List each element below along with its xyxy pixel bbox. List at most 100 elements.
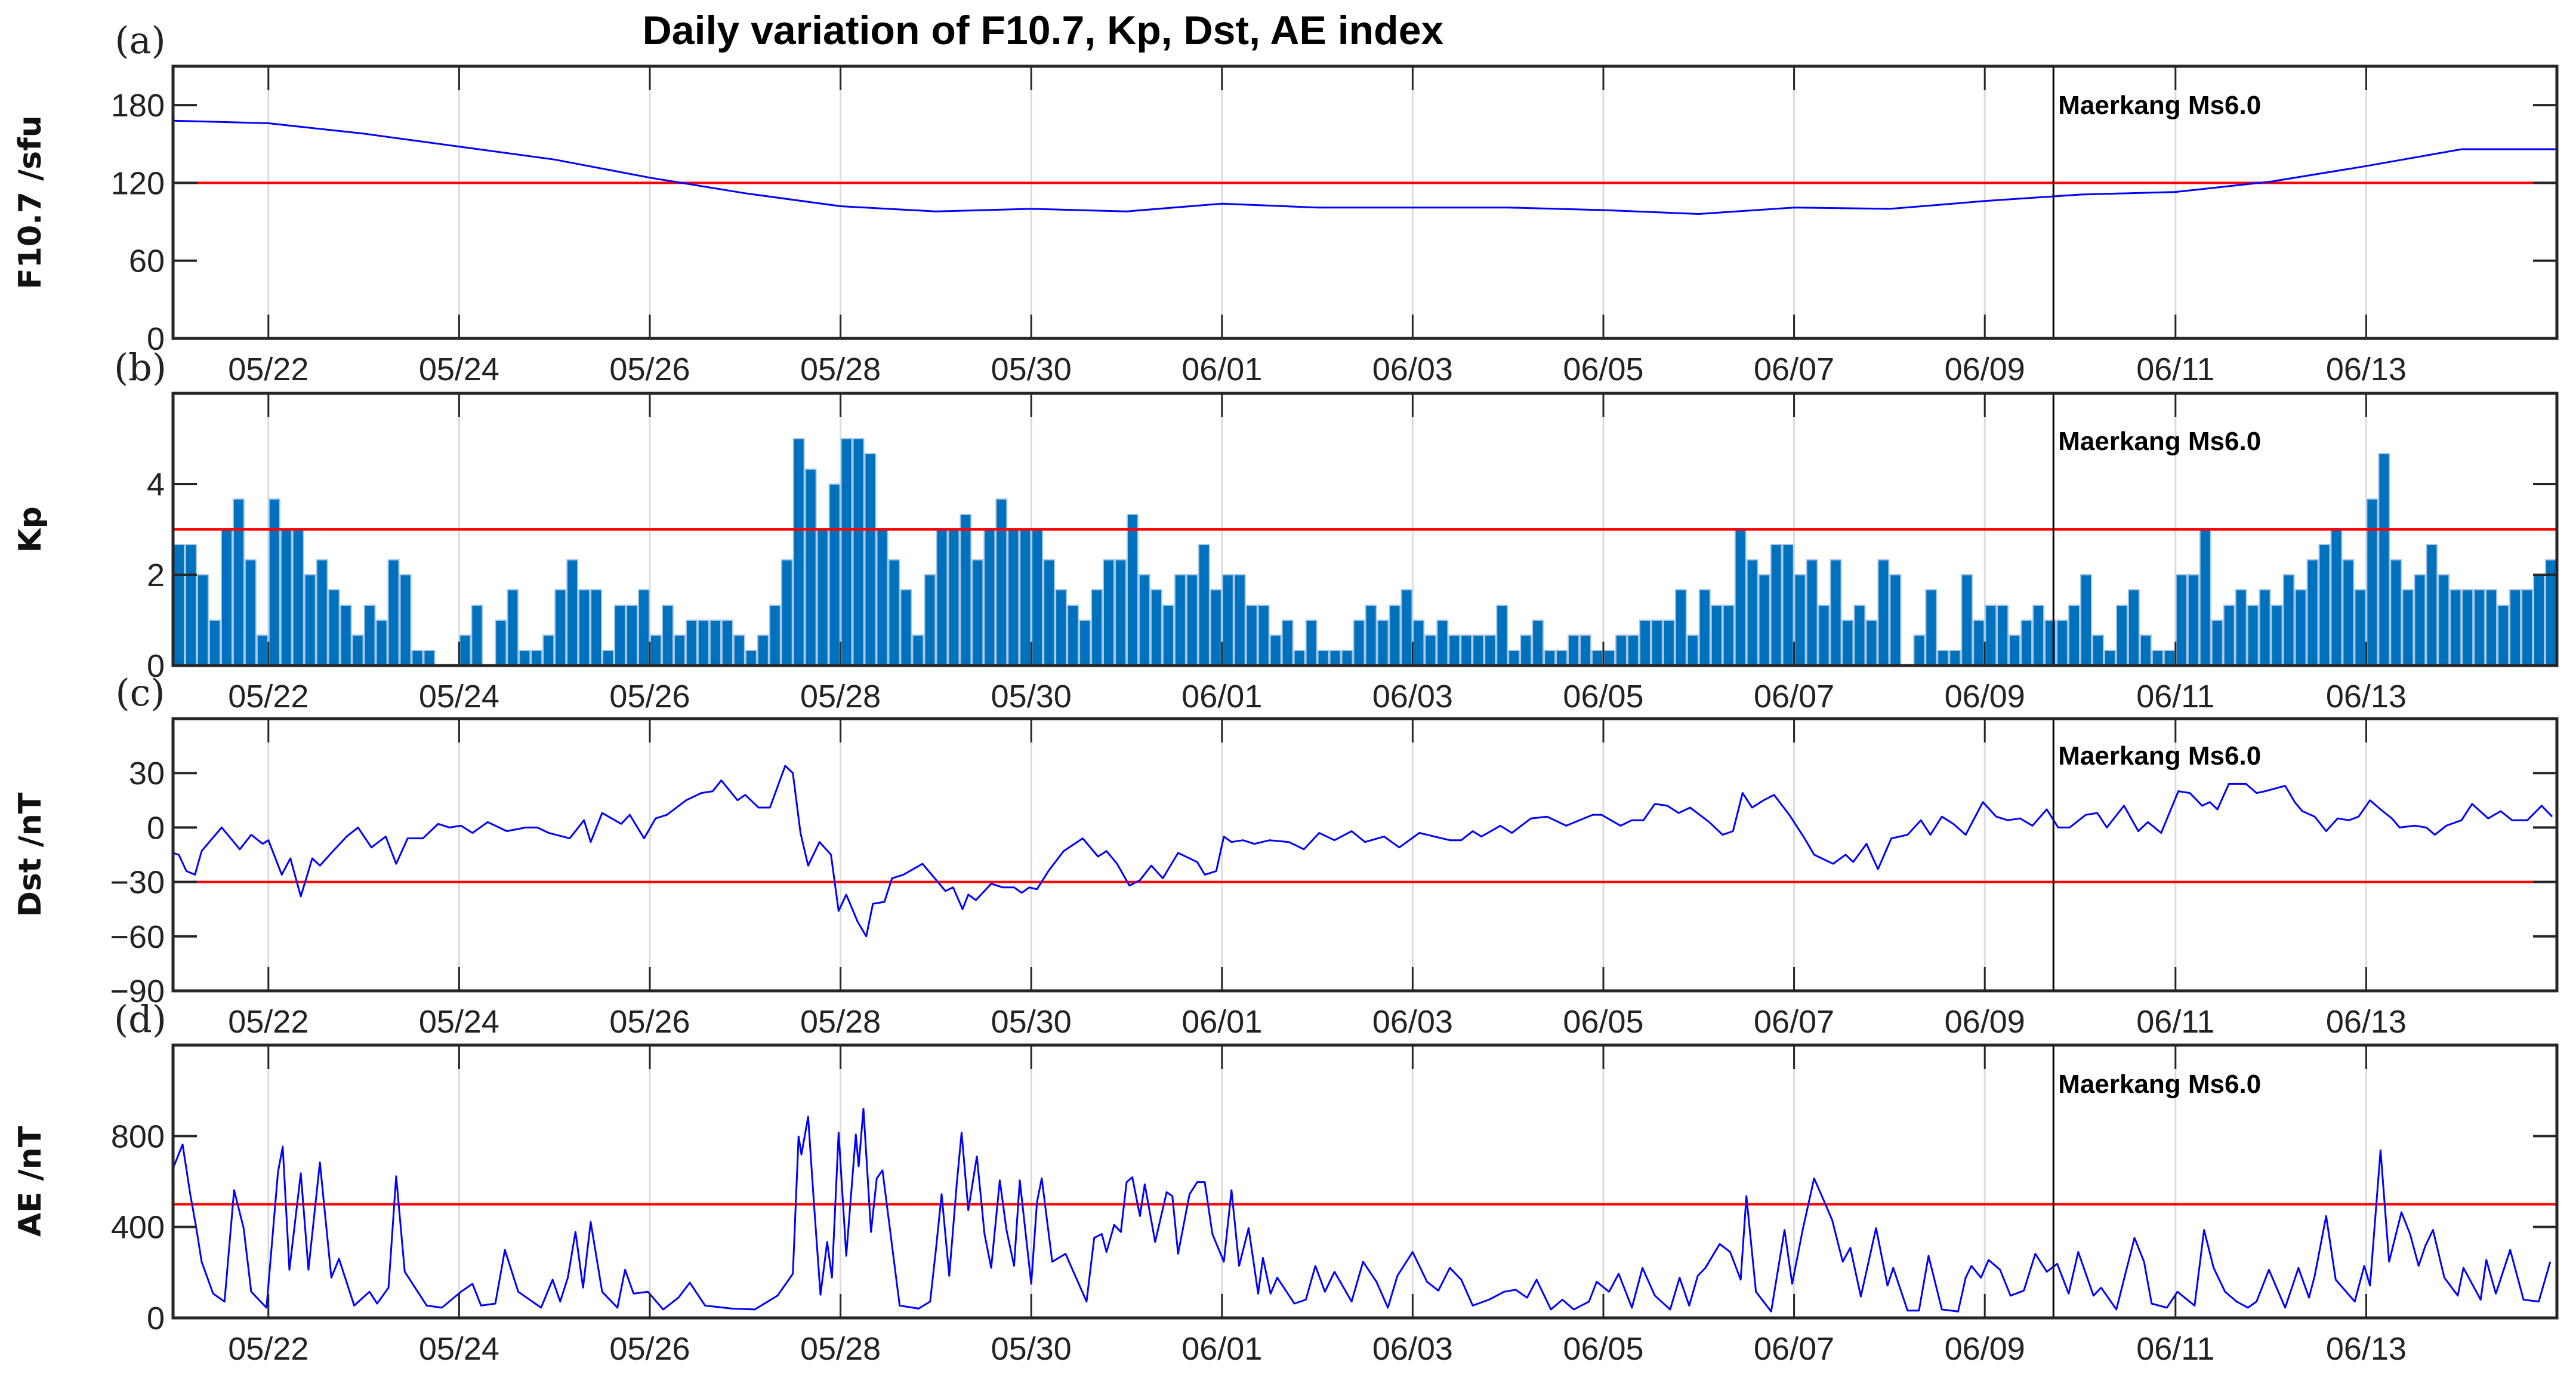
kp-bar xyxy=(1353,620,1365,666)
kp-bar xyxy=(1841,620,1854,666)
x-tick-label: 06/11 xyxy=(2136,679,2214,714)
kp-bar xyxy=(1389,604,1401,666)
x-tick-label: 06/09 xyxy=(1945,679,2025,714)
y-tick-label: 4 xyxy=(147,467,165,503)
kp-bar xyxy=(1198,544,1210,667)
kp-bar xyxy=(304,574,316,666)
kp-bar xyxy=(1889,574,1902,666)
earthquake-label: Maerkang Ms6.0 xyxy=(2058,1070,2261,1099)
kp-bar xyxy=(900,589,912,667)
kp-bar xyxy=(2366,498,2378,667)
kp-bar xyxy=(2318,544,2331,667)
x-tick-label: 06/01 xyxy=(1181,679,1262,714)
kp-bar xyxy=(1985,604,1997,666)
kp-bar xyxy=(2175,574,2188,666)
x-tick-label: 05/30 xyxy=(991,679,1072,714)
kp-bar xyxy=(864,453,877,667)
kp-bar xyxy=(1269,634,1282,666)
panel-label: (d) xyxy=(114,997,166,1041)
kp-bar xyxy=(2259,589,2271,667)
kp-bar xyxy=(1830,559,1842,666)
kp-bar xyxy=(2068,604,2080,666)
x-tick-label: 06/05 xyxy=(1563,679,1643,714)
kp-bar xyxy=(792,438,805,666)
x-tick-label: 06/05 xyxy=(1563,352,1643,387)
kp-bar xyxy=(614,604,627,666)
x-tick-label: 06/13 xyxy=(2326,679,2407,714)
kp-bar xyxy=(1448,634,1461,666)
kp-bar xyxy=(2402,589,2414,667)
kp-bar xyxy=(363,604,376,666)
kp-bar xyxy=(626,604,638,666)
kp-bar xyxy=(852,438,865,666)
kp-bar xyxy=(2306,559,2319,666)
kp-bar xyxy=(2056,620,2069,666)
kp-bar xyxy=(948,529,960,666)
kp-bar xyxy=(1651,620,1663,666)
kp-bar xyxy=(1603,649,1615,667)
kp-bar xyxy=(399,574,412,666)
kp-bar xyxy=(1424,634,1437,666)
kp-bar xyxy=(387,559,400,666)
kp-bar xyxy=(340,604,352,666)
x-tick-label: 05/30 xyxy=(991,1331,1072,1367)
kp-bar xyxy=(2473,589,2486,667)
kp-bar xyxy=(351,634,364,666)
panel-label: (a) xyxy=(115,19,165,62)
kp-bar xyxy=(2009,634,2021,666)
kp-bar xyxy=(244,559,257,666)
kp-bar xyxy=(1782,544,1794,667)
kp-bar xyxy=(685,620,698,666)
kp-bar xyxy=(2461,589,2474,667)
kp-bar xyxy=(2103,649,2116,667)
x-tick-label: 05/22 xyxy=(228,1004,308,1040)
earthquake-label: Maerkang Ms6.0 xyxy=(2058,741,2261,771)
y-tick-label: 30 xyxy=(129,756,165,791)
kp-bar xyxy=(2509,589,2522,667)
kp-bar xyxy=(1436,620,1449,666)
kp-bar xyxy=(1961,574,1973,666)
kp-bar xyxy=(1674,589,1687,667)
kp-bar xyxy=(912,634,924,666)
kp-bar xyxy=(1722,604,1735,666)
kp-bar xyxy=(2449,589,2462,667)
kp-bar xyxy=(1329,649,1341,667)
kp-bar xyxy=(542,634,555,666)
kp-bar xyxy=(2294,589,2307,667)
kp-bar xyxy=(816,529,829,666)
x-tick-label: 06/03 xyxy=(1372,352,1453,387)
kp-bar xyxy=(2091,634,2104,666)
kp-bar xyxy=(2282,574,2295,666)
kp-bar xyxy=(673,634,686,666)
kp-bar xyxy=(1913,634,1926,666)
kp-bar xyxy=(828,483,841,666)
kp-bar xyxy=(2485,589,2498,667)
kp-bar xyxy=(1174,574,1186,666)
y-tick-label: 0 xyxy=(147,810,165,846)
kp-bar xyxy=(2270,604,2283,666)
kp-bar xyxy=(638,589,650,667)
y-axis-label: Kp xyxy=(13,506,48,553)
kp-bar xyxy=(1079,620,1091,666)
kp-bar xyxy=(1377,620,1389,666)
kp-bar xyxy=(2533,574,2546,666)
x-tick-label: 05/26 xyxy=(609,1004,690,1040)
kp-bar xyxy=(840,438,853,666)
y-axis-label: Dst /nT xyxy=(13,792,48,917)
kp-bar xyxy=(1210,589,1222,667)
kp-bar xyxy=(1138,574,1150,666)
kp-bar xyxy=(960,513,972,666)
panel-label: (c) xyxy=(115,671,165,714)
kp-bar xyxy=(1460,634,1473,666)
kp-bar xyxy=(1758,574,1770,666)
kp-bar xyxy=(1221,574,1234,666)
y-tick-label: −60 xyxy=(110,919,165,955)
y-tick-label: 180 xyxy=(111,88,165,124)
kp-bar xyxy=(2151,649,2164,667)
y-tick-label: 60 xyxy=(129,244,165,279)
chart-figure: Daily variation of F10.7, Kp, Dst, AE in… xyxy=(13,8,2559,1367)
x-tick-label: 05/28 xyxy=(800,1004,881,1040)
kp-bar xyxy=(936,529,948,666)
x-tick-label: 06/07 xyxy=(1754,352,1834,387)
x-tick-label: 06/11 xyxy=(2136,1004,2214,1040)
